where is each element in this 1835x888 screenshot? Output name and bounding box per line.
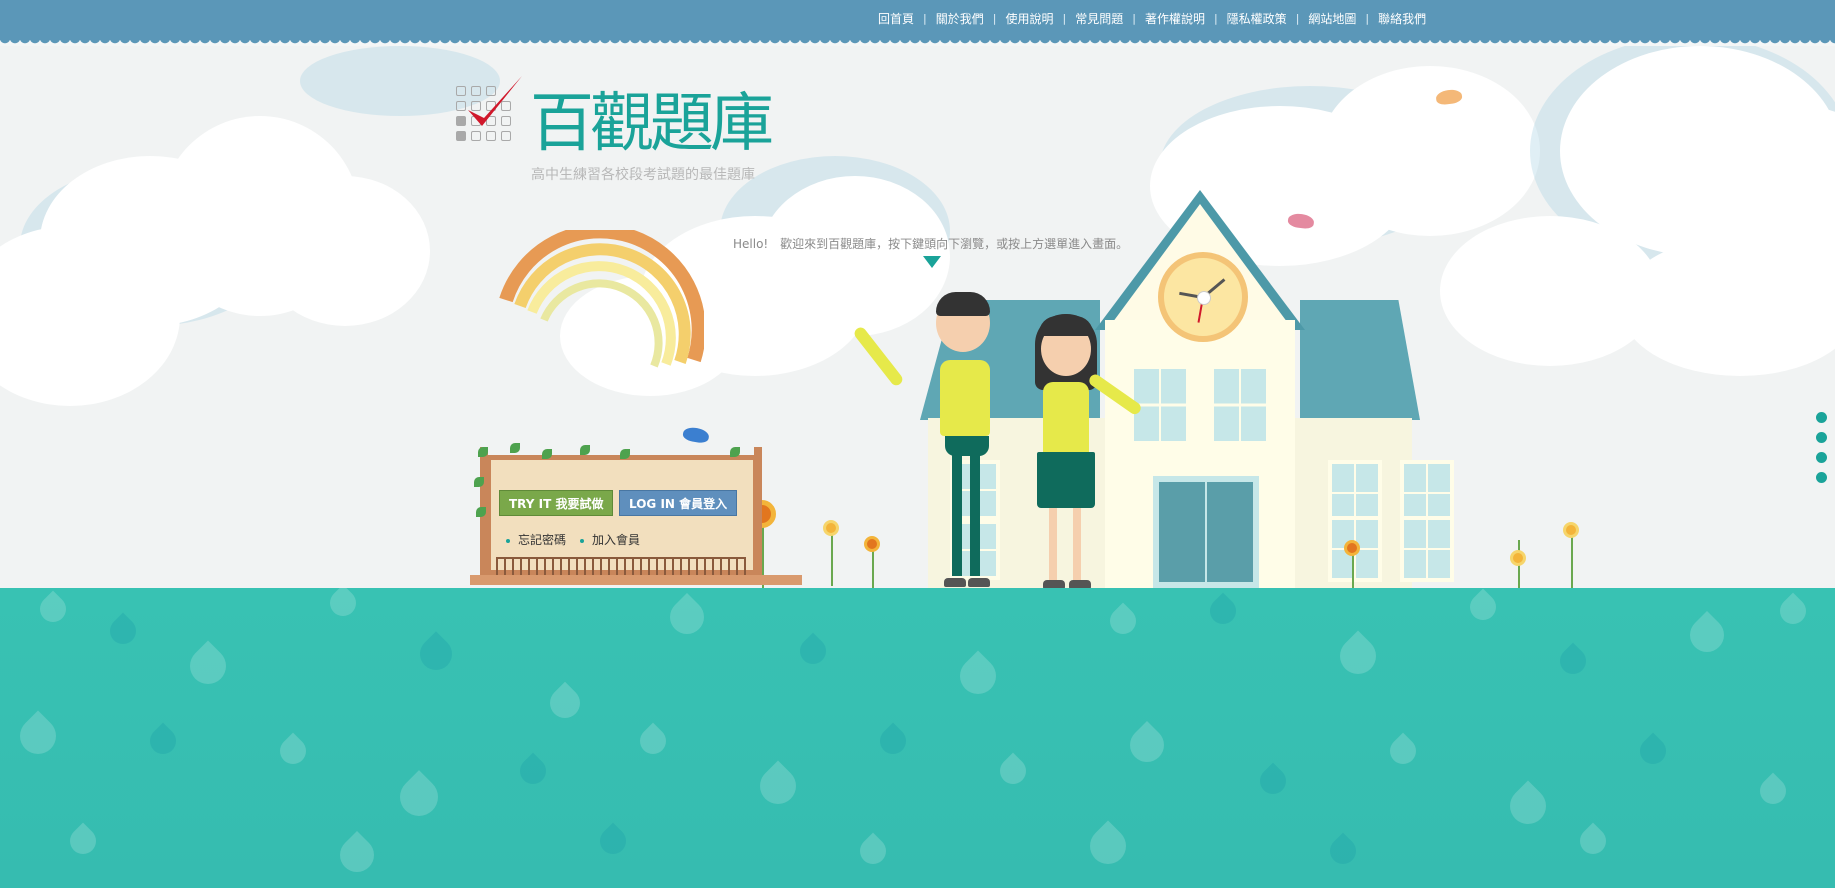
brand-logo[interactable]: 百觀題庫 高中生練習各校段考試題的最佳題庫	[456, 72, 776, 192]
nav-separator: |	[923, 11, 927, 25]
nav-faq[interactable]: 常見問題	[1075, 10, 1123, 27]
nav-separator: |	[1213, 11, 1218, 25]
nav-sitemap[interactable]: 網站地圖	[1308, 10, 1356, 27]
brand-subtitle: 高中生練習各校段考試題的最佳題庫	[531, 167, 755, 183]
rainbow-illustration	[494, 224, 706, 370]
nav-copyright[interactable]: 著作權說明	[1145, 10, 1205, 27]
girl-student-illustration	[1025, 312, 1155, 592]
clock-icon	[1158, 252, 1248, 342]
sunflower-icon	[864, 536, 880, 552]
join-member-link[interactable]: 加入會員	[580, 531, 640, 548]
red-checkmark-icon	[468, 76, 522, 126]
door-icon	[1153, 476, 1259, 588]
forgot-password-link[interactable]: 忘記密碼	[506, 531, 566, 548]
cloud	[260, 176, 430, 326]
flower-icon	[823, 520, 839, 536]
try-it-button[interactable]: TRY IT 我要試做	[499, 490, 614, 516]
page-dot-2[interactable]	[1816, 432, 1827, 443]
page-indicator	[1816, 412, 1827, 492]
flower-icon	[1510, 550, 1526, 566]
nav-separator: |	[1132, 11, 1136, 25]
nav-separator: |	[1365, 11, 1370, 25]
cloud	[1620, 236, 1835, 376]
page-dot-3[interactable]	[1816, 452, 1827, 463]
page-dot-1[interactable]	[1816, 412, 1827, 423]
nav-instructions[interactable]: 使用說明	[1005, 10, 1053, 27]
sunflower-icon	[1344, 540, 1360, 556]
nav-home[interactable]: 回首頁	[878, 10, 914, 27]
ground-raindrop-pattern	[0, 588, 1835, 888]
nav-contact[interactable]: 聯絡我們	[1378, 10, 1426, 27]
brand-title: 百觀題庫	[530, 87, 774, 161]
top-nav-scalloped-edge	[0, 38, 1835, 46]
nav-about[interactable]: 關於我們	[936, 10, 984, 27]
nav-separator: |	[992, 11, 997, 25]
welcome-hello: Hello!	[733, 237, 769, 251]
nav-privacy[interactable]: 隱私權政策	[1227, 10, 1287, 27]
nav-separator: |	[1295, 11, 1300, 25]
boy-student-illustration	[852, 290, 1020, 590]
login-button[interactable]: LOG IN 會員登入	[619, 490, 738, 516]
sign-board: TRY IT 我要試做 LOG IN 會員登入 忘記密碼 加入會員	[470, 443, 802, 589]
top-nav: 回首頁 | 關於我們 | 使用說明 | 常見問題 | 著作權說明 | 隱私權政策…	[878, 8, 1426, 28]
page-dot-4[interactable]	[1816, 472, 1827, 483]
nav-separator: |	[1062, 11, 1067, 25]
flower-icon	[1563, 522, 1579, 538]
